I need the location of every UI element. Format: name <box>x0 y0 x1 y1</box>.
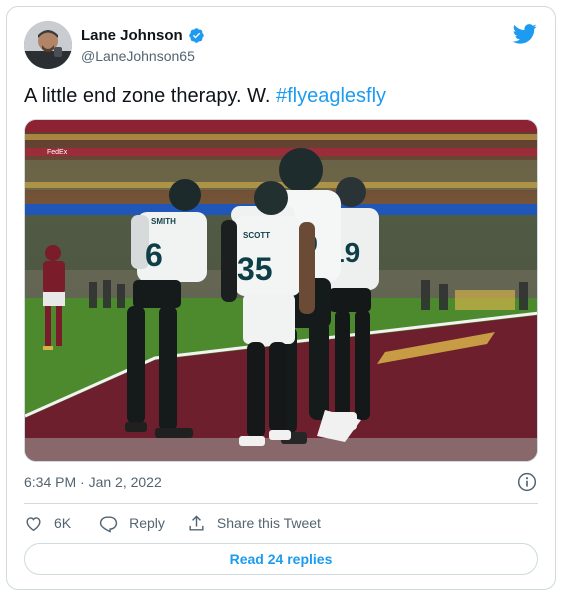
stadium-sign: FedEx <box>47 149 68 156</box>
heart-icon <box>26 516 41 531</box>
like-button[interactable]: 6K <box>24 514 71 533</box>
tweet-card: Lane Johnson @LaneJohnson65 A little end… <box>6 6 556 590</box>
verified-badge-icon <box>188 28 204 43</box>
share-label: Share this Tweet <box>216 515 321 531</box>
jersey-number-6: 6 <box>145 237 163 273</box>
like-count: 6K <box>54 515 72 531</box>
tweet-timestamp[interactable]: 6:34 PM · Jan 2, 2022 <box>24 474 162 490</box>
divider <box>24 503 538 504</box>
avatar[interactable] <box>24 21 72 69</box>
reply-bubble-icon <box>99 515 118 533</box>
action-bar: 6K Reply Share this Tweet <box>24 512 321 534</box>
tweet-body: A little end zone therapy. W. <box>24 85 276 107</box>
info-icon[interactable] <box>517 472 537 492</box>
read-replies-button[interactable]: Read 24 replies <box>24 543 538 575</box>
jersey-name-scott: SCOTT <box>243 231 270 240</box>
tweet-photo[interactable]: FedEx 6 SMITH 19 35 SCOTT <box>24 119 538 462</box>
author-name-row: Lane Johnson <box>81 27 205 44</box>
share-icon <box>189 514 204 531</box>
jersey-number-35: 35 <box>237 251 273 287</box>
jersey-name-smith: SMITH <box>151 217 176 226</box>
tweet-text: A little end zone therapy. W. #flyeagles… <box>24 85 386 108</box>
author-handle[interactable]: @LaneJohnson65 <box>81 48 195 64</box>
hashtag-link[interactable]: #flyeaglesfly <box>276 85 386 107</box>
share-button[interactable]: Share this Tweet <box>187 514 321 533</box>
author-display-name[interactable]: Lane Johnson <box>81 27 183 44</box>
reply-label: Reply <box>129 515 165 531</box>
twitter-bird-icon[interactable] <box>513 24 537 44</box>
reply-button[interactable]: Reply <box>99 514 165 533</box>
